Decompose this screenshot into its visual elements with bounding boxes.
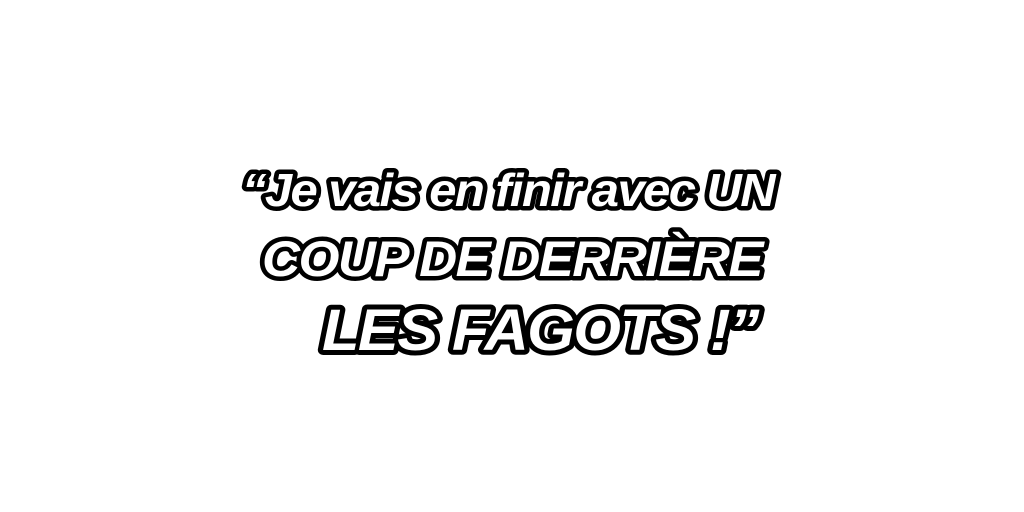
quote-line-1: “Je vais en finir avec UN <box>242 164 776 216</box>
quote-line-2: COUP DE DERRIÈRE <box>262 231 765 287</box>
quote-graphic: “Je vais en finir avec UN COUP DE DERRIÈ… <box>238 160 783 369</box>
quote-canvas: “Je vais en finir avec UN COUP DE DERRIÈ… <box>0 0 1024 512</box>
quote-line-3: LES FAGOTS !” <box>322 298 760 363</box>
